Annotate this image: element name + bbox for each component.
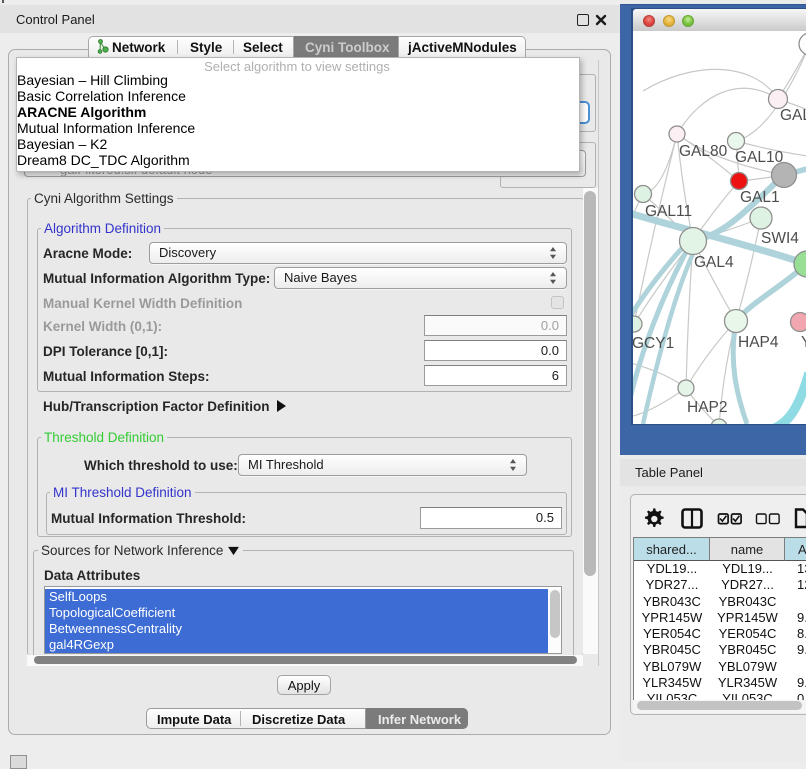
svg-text:GCY1: GCY1 bbox=[633, 335, 674, 352]
svg-text:GAL7: GAL7 bbox=[780, 107, 806, 124]
svg-text:GAL4: GAL4 bbox=[694, 254, 734, 271]
svg-text:SWI4: SWI4 bbox=[761, 230, 799, 247]
svg-text:HAP4: HAP4 bbox=[738, 334, 779, 351]
svg-text:GAL1: GAL1 bbox=[740, 189, 780, 206]
svg-text:GAL80: GAL80 bbox=[679, 143, 728, 160]
svg-text:GAL11: GAL11 bbox=[645, 203, 692, 220]
svg-text:HAP2: HAP2 bbox=[687, 399, 728, 416]
svg-text:YJ: YJ bbox=[801, 334, 806, 351]
svg-text:GAL10: GAL10 bbox=[735, 149, 784, 166]
